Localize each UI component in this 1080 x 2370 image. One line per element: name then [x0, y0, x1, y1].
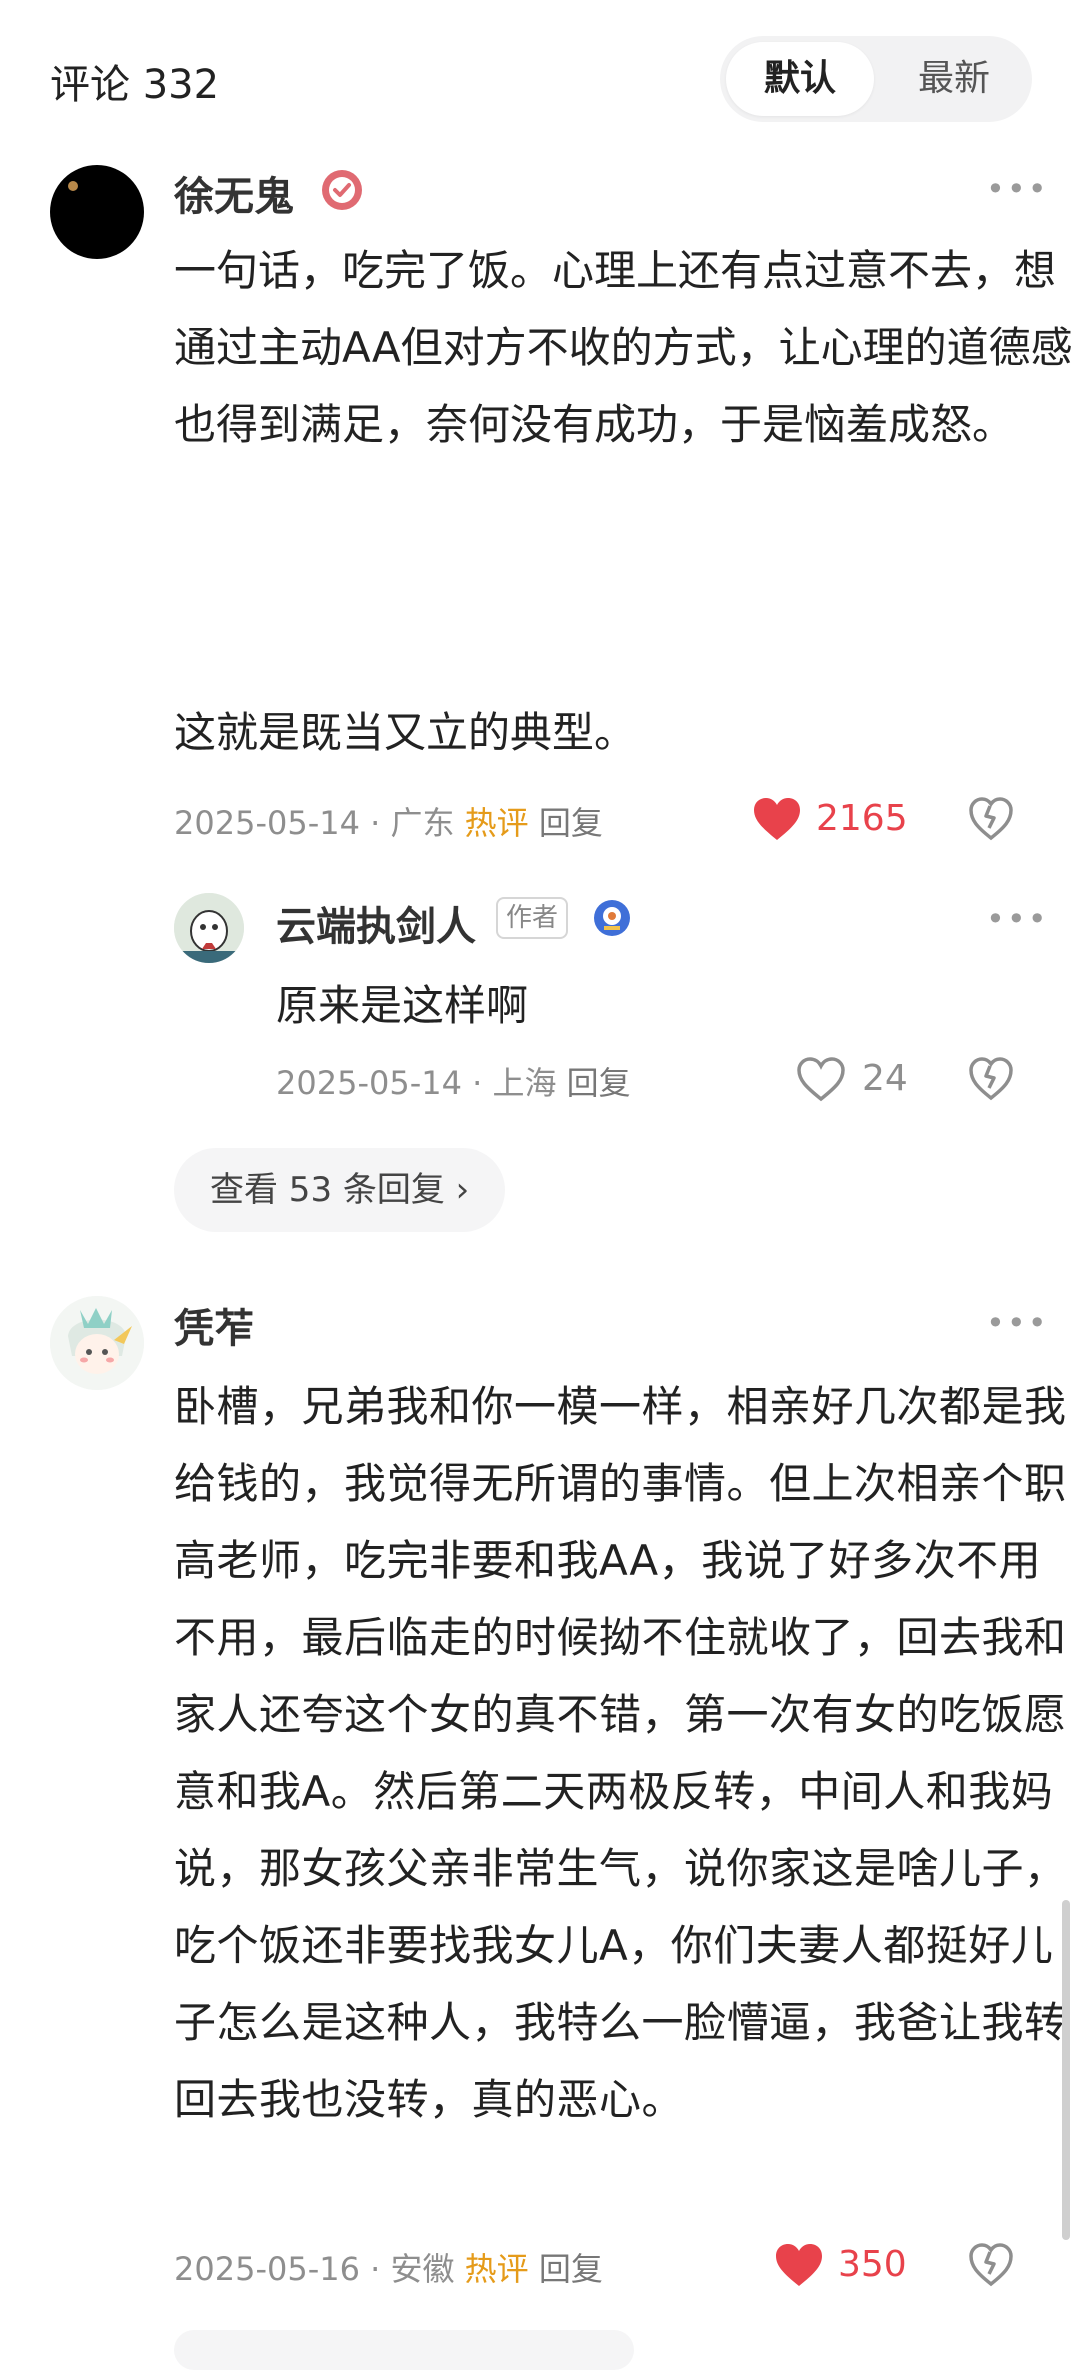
reply-username[interactable]: 云端执剑人 [276, 894, 476, 952]
hot-badge: 热评 [464, 2250, 529, 2288]
comment-body-continued: 这就是既当又立的典型。 [174, 708, 637, 757]
avatar[interactable] [174, 893, 244, 963]
reply-date: 2025-05-14 [276, 1064, 462, 1102]
heart-filled-icon[interactable] [774, 2242, 824, 2288]
avatar[interactable] [50, 1296, 144, 1390]
comment-date: 2025-05-14 [174, 804, 360, 842]
verified-badge-icon [320, 168, 364, 212]
view-replies-button[interactable]: 查看 53 条回复 › [174, 1148, 506, 1232]
comment-meta: 2025-05-16 · 安徽 热评 回复 [174, 2250, 603, 2288]
dislike-icon[interactable] [968, 1056, 1014, 1102]
next-item-peek [174, 2330, 634, 2370]
reply-body: 原来是这样啊 [276, 981, 529, 1030]
author-tag: 作者 [496, 897, 569, 939]
reply-meta: 2025-05-14 · 上海 回复 [276, 1064, 631, 1102]
reply-link[interactable]: 回复 [567, 1064, 631, 1102]
comment-meta: 2025-05-14 · 广东 热评 回复 [174, 804, 603, 842]
heart-filled-icon[interactable] [752, 796, 802, 842]
dislike-icon[interactable] [968, 796, 1014, 842]
dislike-icon[interactable] [968, 2242, 1014, 2288]
comment-date: 2025-05-16 [174, 2250, 360, 2288]
comments-title: 评论 332 [50, 62, 220, 108]
like-count: 350 [838, 2244, 907, 2285]
comment-location: 安徽 [390, 2250, 455, 2288]
medal-icon [592, 898, 632, 938]
hot-badge: 热评 [464, 804, 529, 842]
comment-location: 广东 [390, 804, 455, 842]
reply-link[interactable]: 回复 [539, 804, 603, 842]
scrollbar[interactable] [1062, 1900, 1070, 2240]
comment-body: 卧槽，兄弟我和你一模一样，相亲好几次都是我给钱的，我觉得无所谓的事情。但上次相亲… [174, 1382, 1067, 2124]
more-icon[interactable]: ••• [986, 900, 1049, 938]
reply-location: 上海 [492, 1064, 557, 1102]
heart-outline-icon[interactable] [796, 1056, 846, 1102]
avatar[interactable] [50, 165, 144, 259]
sort-toggle: 默认 最新 [720, 36, 1032, 122]
more-icon[interactable]: ••• [986, 1304, 1049, 1342]
tab-latest[interactable]: 最新 [880, 42, 1028, 116]
more-icon[interactable]: ••• [986, 170, 1049, 208]
comment-body: 一句话，吃完了饭。心理上还有点过意不去，想通过主动AA但对方不收的方式，让心理的… [174, 246, 1073, 449]
comment-username[interactable]: 凭苲 [174, 1296, 254, 1354]
comment-username[interactable]: 徐无鬼 [174, 164, 294, 222]
tab-default[interactable]: 默认 [726, 42, 874, 116]
reply-link[interactable]: 回复 [539, 2250, 603, 2288]
like-count: 2165 [816, 798, 908, 839]
like-count: 24 [862, 1058, 908, 1099]
